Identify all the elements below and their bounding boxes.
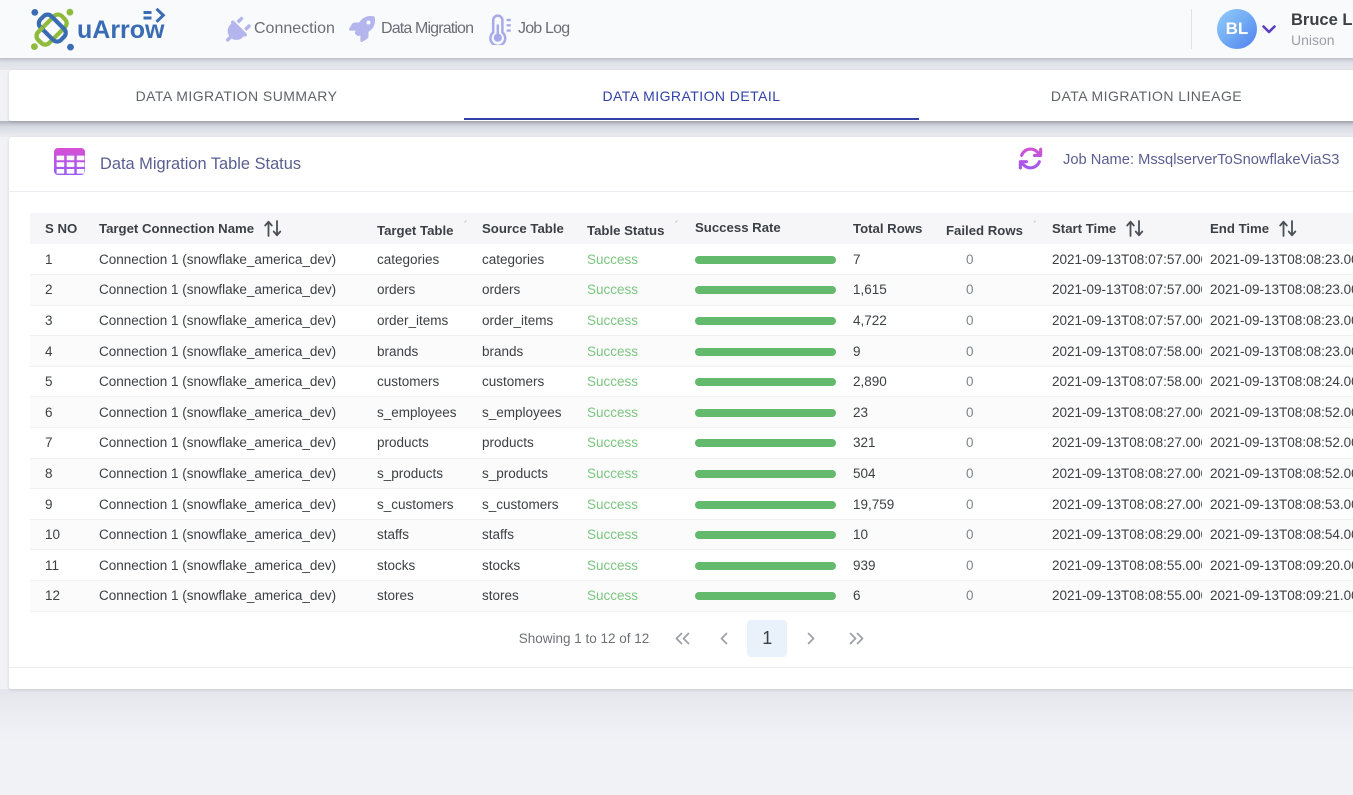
svg-text:uArrow: uArrow	[77, 16, 165, 44]
